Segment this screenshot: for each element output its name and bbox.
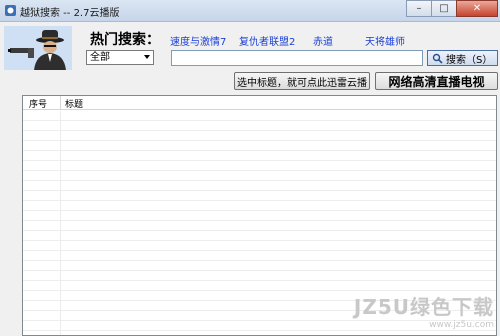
- hot-link-3[interactable]: 赤道: [313, 33, 333, 48]
- search-input[interactable]: [171, 50, 423, 66]
- minimize-button[interactable]: –: [406, 0, 432, 17]
- list-header: 序号 标题: [23, 96, 496, 110]
- live-tv-button[interactable]: 网络高清直播电视: [375, 72, 498, 90]
- column-header-title[interactable]: 标题: [65, 97, 83, 110]
- window-title: 越狱搜索 -- 2.7云播版: [20, 8, 120, 19]
- row-column-divider: [60, 111, 61, 335]
- hot-link-2[interactable]: 复仇者联盟2: [239, 33, 295, 48]
- watermark-url: www.jz5u.com: [429, 320, 494, 330]
- thunder-cloud-play-button[interactable]: 选中标题，就可点此迅雷云播: [234, 72, 370, 90]
- hot-link-4[interactable]: 天将雄师: [365, 33, 405, 48]
- chevron-down-icon: [144, 55, 150, 59]
- search-icon: [432, 53, 443, 64]
- hot-link-1[interactable]: 速度与激情7: [170, 33, 226, 48]
- title-bar: 越狱搜索 -- 2.7云播版 – □ ✕: [0, 0, 500, 22]
- category-select[interactable]: 全部: [86, 50, 154, 65]
- watermark-logo-text: JZ5U绿色下载: [353, 295, 494, 319]
- watermark: JZ5U绿色下载 www.jz5u.com: [354, 291, 494, 330]
- column-divider: [60, 96, 61, 109]
- category-select-value: 全部: [90, 52, 110, 63]
- column-header-index[interactable]: 序号: [29, 97, 47, 110]
- search-button-label: 搜索（S）: [446, 54, 493, 66]
- search-button[interactable]: 搜索（S）: [427, 50, 498, 66]
- maximize-button[interactable]: □: [431, 0, 457, 17]
- hot-search-label: 热门搜索：: [90, 32, 160, 48]
- close-button[interactable]: ✕: [456, 0, 498, 17]
- gangster-logo-icon: [4, 26, 72, 70]
- app-icon: [5, 5, 16, 16]
